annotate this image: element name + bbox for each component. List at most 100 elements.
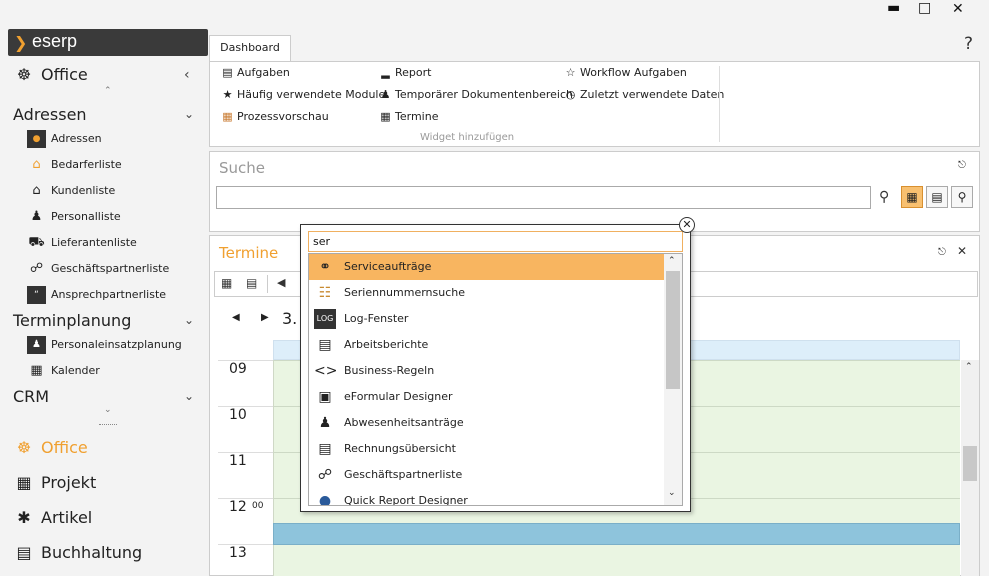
search-icon[interactable]: ⚲ xyxy=(879,189,889,205)
module-buchhaltung[interactable]: ▤ Buchhaltung xyxy=(13,543,142,562)
scroll-up-icon[interactable]: ⌃ xyxy=(104,86,112,96)
list-item-label: Arbeitsberichte xyxy=(344,338,429,351)
prev-arrow-icon[interactable]: ◀ xyxy=(232,312,240,323)
close-icon: ✕ xyxy=(682,218,692,231)
list-icon[interactable]: ▤ xyxy=(246,276,257,290)
widget-workflow-aufgaben[interactable]: ☆ Workflow Aufgaben xyxy=(564,65,687,81)
maximize-button[interactable]: □ xyxy=(918,0,931,16)
pin-icon[interactable]: ⎋ xyxy=(958,160,966,171)
chevron-down-icon[interactable]: ⌄ xyxy=(184,389,194,403)
sidebar-item-kalender[interactable]: ▦ Kalender xyxy=(27,361,100,381)
list-item[interactable]: ☷ Seriennummernsuche xyxy=(309,280,664,306)
close-icon[interactable]: ✕ xyxy=(957,244,967,258)
logo-arrow-icon: ❯ xyxy=(14,33,28,52)
search-panel-title: Suche xyxy=(219,159,266,177)
popup-close-button[interactable]: ✕ xyxy=(679,217,695,233)
money-icon: ▤ xyxy=(16,543,32,562)
star-outline-icon: ☆ xyxy=(565,66,576,79)
lightbulb-icon: ✱ xyxy=(17,508,31,527)
list-item[interactable]: ⚭ Serviceaufträge xyxy=(309,254,664,280)
module-search-input[interactable]: ser xyxy=(308,231,683,252)
list-item[interactable]: LOG Log-Fenster xyxy=(309,306,664,332)
search-input[interactable] xyxy=(216,186,871,209)
group-adressen[interactable]: Adressen xyxy=(13,105,87,124)
chevron-down-icon[interactable]: ⌄ xyxy=(184,313,194,327)
sidebar-item-bedarferliste[interactable]: ⌂ Bedarferliste xyxy=(27,155,121,175)
list-item[interactable]: <> Business-Regeln xyxy=(309,358,664,384)
filter-button[interactable]: ▦ xyxy=(901,186,923,208)
widget-haeufig-verwendete-module[interactable]: ★ Häufig verwendete Module xyxy=(221,87,386,103)
list-item-label: Business-Regeln xyxy=(344,364,435,377)
list-item[interactable]: ▤ Rechnungsübersicht xyxy=(309,436,664,462)
calendar-scrollbar[interactable]: ⌃ xyxy=(961,360,979,576)
scroll-down-icon[interactable]: ⌄ xyxy=(104,405,112,415)
ribbon-tabbar: Dashboard xyxy=(209,35,989,62)
list-item[interactable]: ▤ Arbeitsberichte xyxy=(309,332,664,358)
collapse-sidebar-icon[interactable]: ‹ xyxy=(184,67,190,83)
arrow-left-icon[interactable]: ◀ xyxy=(277,276,285,289)
sidebar-item-kundenliste[interactable]: ⌂ Kundenliste xyxy=(27,181,115,201)
settings-search-button[interactable]: ⚲ xyxy=(951,186,973,208)
splitter-grip[interactable] xyxy=(99,424,117,425)
report-icon: ▤ xyxy=(318,337,332,353)
sidebar-item-label: Lieferantenliste xyxy=(51,236,137,249)
results-scrollbar[interactable]: ⌃ ⌄ xyxy=(664,254,682,505)
widget-prozessvorschau[interactable]: ▦ Prozessvorschau xyxy=(221,109,328,125)
handshake-icon: ☍ xyxy=(29,261,44,276)
group-crm[interactable]: CRM xyxy=(13,387,49,406)
list-icon: ▤ xyxy=(931,190,943,204)
module-artikel[interactable]: ✱ Artikel xyxy=(13,508,92,527)
tab-dashboard[interactable]: Dashboard xyxy=(209,35,291,62)
scrollbar-thumb[interactable] xyxy=(963,446,977,481)
scroll-up-icon[interactable]: ⌃ xyxy=(965,362,973,372)
scroll-down-icon[interactable]: ⌄ xyxy=(668,488,676,498)
sidebar-item-personaleinsatzplanung[interactable]: ♟ Personaleinsatzplanung xyxy=(27,335,182,355)
calendar-icon[interactable]: ▦ xyxy=(221,276,232,290)
tasks-icon: ▤ xyxy=(222,66,233,79)
module-search-popup: ser ⚭ Serviceaufträge ☷ Seriennummernsuche… xyxy=(300,224,691,512)
scroll-up-icon[interactable]: ⌃ xyxy=(668,256,676,266)
scrollbar-thumb[interactable] xyxy=(666,271,680,389)
widget-label: Aufgaben xyxy=(237,66,290,79)
calendar-icon: ▦ xyxy=(30,363,43,378)
widget-termine[interactable]: ▦ Termine xyxy=(379,109,438,125)
sidebar-item-label: Geschäftspartnerliste xyxy=(51,262,170,275)
sidebar-item-ansprechpartnerliste[interactable]: “ Ansprechpartnerliste xyxy=(27,285,166,305)
pin-icon[interactable]: ⎋ xyxy=(938,247,946,258)
help-icon[interactable]: ? xyxy=(964,34,973,54)
next-arrow-icon[interactable]: ▶ xyxy=(261,312,269,323)
module-office[interactable]: ☸ Office xyxy=(13,438,88,457)
module-projekt[interactable]: ▦ Projekt xyxy=(13,473,96,492)
sidebar-office-header[interactable]: ☸ Office xyxy=(13,65,88,84)
star-icon: ★ xyxy=(222,88,233,101)
sidebar-item-label: Adressen xyxy=(51,132,102,145)
walking-icon: ♟ xyxy=(318,415,332,431)
close-button[interactable]: ✕ xyxy=(952,1,964,17)
widget-report[interactable]: ▂ Report xyxy=(379,65,431,81)
hour-label: 09 xyxy=(229,361,247,377)
list-item[interactable]: ♟ Abwesenheitsanträge xyxy=(309,410,664,436)
barcode-icon: ☷ xyxy=(318,285,332,301)
hour-label: 11 xyxy=(229,453,247,469)
sidebar-item-lieferantenliste[interactable]: ⛟ Lieferantenliste xyxy=(27,233,137,253)
list-search-button[interactable]: ▤ xyxy=(926,186,948,208)
list-item[interactable]: ☍ Geschäftspartnerliste xyxy=(309,462,664,488)
hour-tick xyxy=(218,452,273,453)
list-item-label: Log-Fenster xyxy=(344,312,409,325)
widget-aufgaben[interactable]: ▤ Aufgaben xyxy=(221,65,290,81)
group-terminplanung[interactable]: Terminplanung xyxy=(13,311,131,330)
sidebar-item-personalliste[interactable]: ♟ Personalliste xyxy=(27,207,121,227)
widget-temporaerer-dokumentenbereich[interactable]: ♟ Temporärer Dokumentenbereich xyxy=(379,87,573,103)
minimize-button[interactable]: ▬ xyxy=(887,0,900,16)
list-item-label: Geschäftspartnerliste xyxy=(344,468,463,481)
process-icon: ▦ xyxy=(222,110,233,123)
chevron-down-icon[interactable]: ⌄ xyxy=(184,107,194,121)
home-orange-icon: ⌂ xyxy=(32,157,41,172)
list-item[interactable]: ▣ eFormular Designer xyxy=(309,384,664,410)
sidebar-item-adressen[interactable]: ● Adressen xyxy=(27,129,102,149)
list-item[interactable]: ● Quick Report Designer xyxy=(309,488,664,505)
speech-bubble-icon: “ xyxy=(27,286,46,304)
calendar-appointment[interactable] xyxy=(273,523,960,545)
widget-zuletzt-verwendete-daten[interactable]: ◷ Zuletzt verwendete Daten xyxy=(564,87,725,103)
sidebar-item-geschaeftspartnerliste[interactable]: ☍ Geschäftspartnerliste xyxy=(27,259,169,279)
